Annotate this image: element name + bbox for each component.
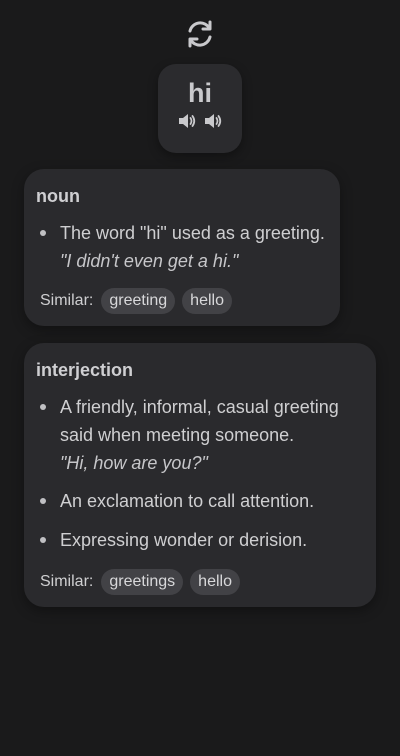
similar-words: Similar: greeting hello	[40, 288, 232, 314]
similar-chip-hello[interactable]: hello	[182, 288, 232, 314]
refresh-icon	[188, 20, 212, 48]
part-of-speech: noun	[36, 186, 80, 206]
speaker-icon[interactable]	[177, 112, 197, 130]
definition-item: A friendly, informal, casual greeting sa…	[36, 393, 364, 477]
similar-words: Similar: greetings hello	[40, 569, 240, 595]
definition-item: Expressing wonder or derision.	[36, 526, 364, 554]
refresh-button[interactable]	[183, 17, 217, 51]
word-card: hi	[158, 64, 242, 153]
pronunciation-controls	[158, 112, 242, 130]
similar-chip-greetings[interactable]: greetings	[101, 569, 184, 595]
definition-card-noun: noun The word "hi" used as a greeting. "…	[24, 169, 340, 326]
definition-list: The word "hi" used as a greeting. "I did…	[36, 219, 328, 275]
definition-example: "Hi, how are you?"	[60, 453, 208, 473]
definition-text: Expressing wonder or derision.	[60, 530, 308, 550]
speaker-icon[interactable]	[203, 112, 223, 130]
definition-text: The word "hi" used as a greeting.	[60, 223, 325, 243]
definition-item: The word "hi" used as a greeting. "I did…	[36, 219, 328, 275]
definition-example: "I didn't even get a hi."	[60, 251, 239, 271]
similar-label: Similar:	[40, 573, 94, 590]
definition-item: An exclamation to call attention.	[36, 487, 364, 515]
dictionary-panel: hi noun The word "hi" used as a greeting…	[0, 0, 400, 756]
definition-list: A friendly, informal, casual greeting sa…	[36, 393, 364, 554]
word-title: hi	[188, 78, 212, 108]
definition-text: An exclamation to call attention.	[60, 491, 315, 511]
similar-label: Similar:	[40, 292, 94, 309]
part-of-speech: interjection	[36, 360, 134, 380]
similar-chip-hello[interactable]: hello	[190, 569, 240, 595]
definition-text: A friendly, informal, casual greeting sa…	[60, 397, 339, 445]
definition-card-interjection: interjection A friendly, informal, casua…	[24, 343, 376, 607]
similar-chip-greeting[interactable]: greeting	[101, 288, 176, 314]
